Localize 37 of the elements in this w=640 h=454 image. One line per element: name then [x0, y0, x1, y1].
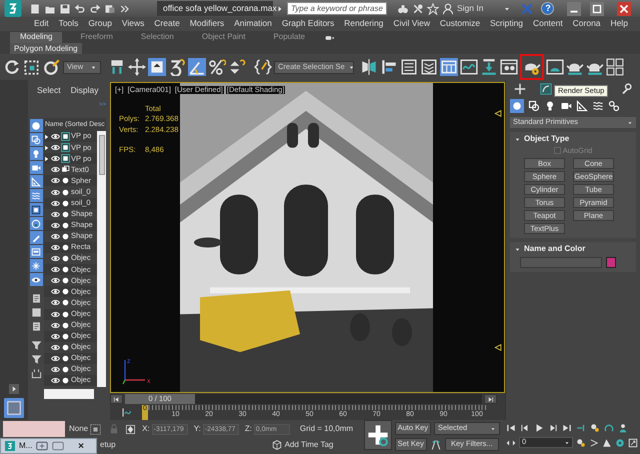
menu-item[interactable]: Customize: [440, 19, 480, 29]
explorer-tab[interactable]: Display: [70, 86, 98, 118]
menu-item[interactable]: Rendering: [344, 19, 384, 29]
menu-item[interactable]: Edit: [34, 19, 49, 29]
menu-item[interactable]: Create: [154, 19, 180, 29]
coordinate-label: Y:: [194, 424, 201, 434]
grid-size: Grid = 10,0mm: [300, 424, 354, 434]
ribbon-tab[interactable]: Selection: [130, 32, 184, 43]
menu-item[interactable]: Modifiers: [190, 19, 224, 29]
rollout-title[interactable]: Name and Color: [524, 245, 586, 254]
prompt-text: etup: [100, 440, 116, 450]
coordinate-label: X:: [142, 424, 150, 434]
menu-item[interactable]: Scripting: [490, 19, 524, 29]
menu-item[interactable]: Animation: [234, 19, 272, 29]
menu-item[interactable]: Tools: [58, 19, 78, 29]
help-button[interactable]: ?: [541, 2, 554, 15]
menu-item[interactable]: Civil View: [393, 19, 430, 29]
window-title[interactable]: M...: [19, 442, 32, 450]
menu-item[interactable]: Graph Editors: [282, 19, 334, 29]
ribbon-tab[interactable]: Modeling: [10, 32, 62, 43]
menu-item[interactable]: Views: [122, 19, 144, 29]
sign-in-link[interactable]: Sign In: [457, 4, 484, 14]
menu-item[interactable]: Content: [532, 19, 563, 29]
explorer-tab[interactable]: Select: [37, 86, 61, 118]
menu-item[interactable]: Group: [88, 19, 112, 29]
ribbon-tab[interactable]: Object Paint: [192, 32, 256, 43]
ribbon-tab[interactable]: Populate: [263, 32, 316, 43]
time-tag-link[interactable]: Add Time Tag: [284, 440, 334, 450]
close-button[interactable]: ×: [78, 440, 84, 452]
ribbon-tab[interactable]: Freeform: [70, 32, 123, 43]
search-field[interactable]: Type a keyword or phrase: [287, 2, 387, 15]
selection-status: None: [69, 424, 88, 434]
menu-item[interactable]: Corona: [572, 19, 601, 29]
ribbon-panel[interactable]: Polygon Modeling: [10, 43, 82, 54]
rollout-title[interactable]: Object Type: [524, 135, 570, 144]
menu-item[interactable]: Help: [610, 19, 628, 29]
coordinate-label: Z:: [244, 424, 252, 434]
